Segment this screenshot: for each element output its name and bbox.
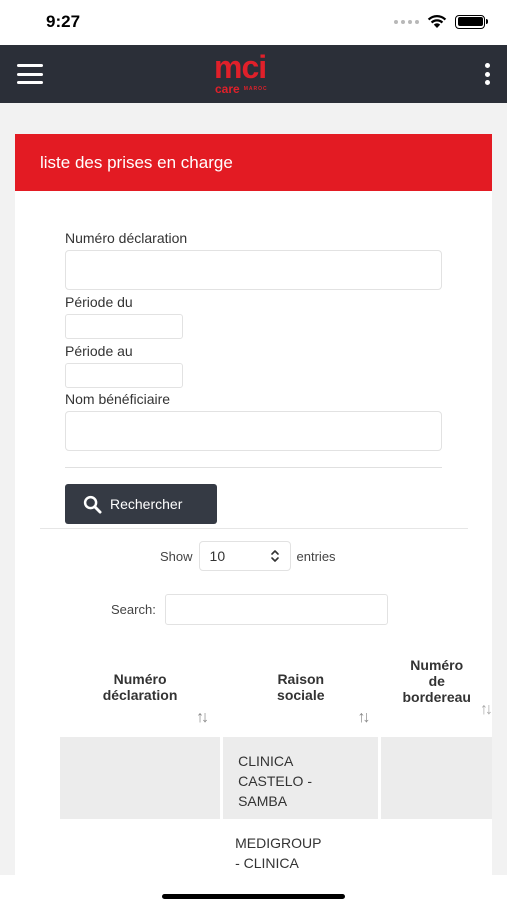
signal-icon bbox=[394, 19, 419, 24]
logo-sub: care MAROC bbox=[215, 83, 268, 96]
column-header-line: bordereau bbox=[402, 689, 471, 705]
sort-icon[interactable]: ↑↓ bbox=[196, 709, 209, 727]
show-label: Show bbox=[160, 548, 193, 564]
card-header: liste des prises en charge bbox=[15, 134, 492, 191]
entries-select[interactable]: 10 bbox=[198, 541, 291, 571]
column-header-bordereau[interactable]: Numéro de bordereau ↑↓ bbox=[381, 657, 493, 737]
section-divider bbox=[40, 528, 468, 529]
table-search-input[interactable] bbox=[164, 594, 388, 625]
search-form: Numéro déclaration Période du Période au… bbox=[65, 230, 442, 524]
cell-bordereau bbox=[381, 737, 492, 819]
wifi-icon bbox=[427, 14, 447, 28]
logo-sub-text: care bbox=[215, 82, 240, 96]
column-header-line: Numéro bbox=[113, 671, 167, 687]
cell-line: CLINICA bbox=[238, 753, 294, 769]
search-button-label: Rechercher bbox=[110, 496, 183, 512]
table-search: Search: bbox=[111, 594, 388, 625]
cell-line: SAMBA bbox=[238, 793, 288, 809]
nom-label: Nom bénéficiaire bbox=[65, 391, 171, 407]
entries-value: 10 bbox=[209, 548, 226, 564]
entries-label: entries bbox=[296, 548, 336, 564]
cell-line: MEDIGROUP bbox=[235, 835, 322, 851]
search-icon bbox=[83, 495, 102, 514]
numero-input[interactable] bbox=[65, 250, 442, 290]
table-row[interactable]: MEDIGROUP - CLINICA bbox=[60, 819, 492, 879]
card-title: liste des prises en charge bbox=[40, 152, 233, 172]
table-header-row: Numéro déclaration ↑↓ Raison sociale ↑↓ … bbox=[60, 657, 493, 737]
battery-icon bbox=[455, 14, 488, 29]
form-separator bbox=[65, 467, 442, 468]
periode-du-input[interactable] bbox=[65, 314, 183, 339]
logo-main: mci bbox=[214, 49, 267, 85]
numero-label: Numéro déclaration bbox=[65, 230, 188, 246]
search-label: Search: bbox=[111, 602, 156, 617]
more-options-icon[interactable] bbox=[483, 63, 491, 85]
cell-line: - CLINICA bbox=[235, 855, 299, 871]
search-button[interactable]: Rechercher bbox=[65, 484, 217, 524]
column-header-line: Raison bbox=[277, 671, 325, 687]
column-header-line: déclaration bbox=[102, 687, 178, 703]
cell-raison: MEDIGROUP - CLINICA bbox=[220, 819, 382, 879]
periode-au-input[interactable] bbox=[65, 363, 183, 388]
length-control: Show 10 entries bbox=[160, 541, 336, 571]
column-header-numero[interactable]: Numéro déclaration ↑↓ bbox=[60, 657, 221, 737]
logo-country: MAROC bbox=[243, 86, 268, 93]
cell-numero bbox=[60, 819, 221, 879]
column-header-line: Numéro bbox=[410, 657, 464, 673]
sort-icon[interactable]: ↑↓ bbox=[357, 709, 370, 727]
chevron-updown-icon bbox=[270, 550, 279, 562]
cell-bordereau bbox=[381, 819, 492, 879]
cell-numero bbox=[60, 737, 221, 819]
status-bar: 9:27 bbox=[0, 0, 507, 45]
nom-input[interactable] bbox=[65, 411, 442, 451]
sort-icon[interactable]: ↑↓ bbox=[480, 701, 493, 719]
periode-au-label: Période au bbox=[65, 343, 133, 359]
cell-raison: CLINICA CASTELO - SAMBA bbox=[220, 737, 382, 819]
menu-icon[interactable] bbox=[17, 64, 43, 84]
data-table: Numéro déclaration ↑↓ Raison sociale ↑↓ … bbox=[60, 657, 493, 879]
home-indicator bbox=[162, 894, 345, 899]
column-header-line: de bbox=[428, 673, 445, 689]
cell-line: CASTELO - bbox=[238, 773, 312, 789]
table-row[interactable]: CLINICA CASTELO - SAMBA bbox=[60, 737, 492, 819]
column-header-raison[interactable]: Raison sociale ↑↓ bbox=[220, 657, 382, 737]
top-navbar: mci care MAROC bbox=[0, 45, 507, 103]
status-time: 9:27 bbox=[46, 12, 81, 31]
periode-du-label: Période du bbox=[65, 294, 133, 310]
results-card: liste des prises en charge Numéro déclar… bbox=[15, 134, 493, 900]
logo: mci care MAROC bbox=[214, 49, 294, 97]
status-icons bbox=[394, 14, 488, 29]
column-header-line: sociale bbox=[277, 687, 325, 703]
